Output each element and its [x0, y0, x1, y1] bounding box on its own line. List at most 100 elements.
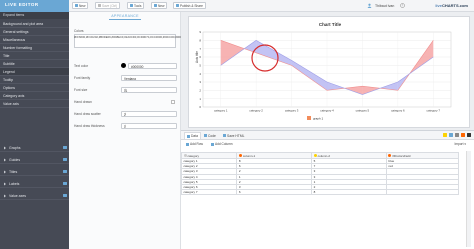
- sidebar-item-background-and-plot-area[interactable]: Background and plot area: [0, 20, 69, 28]
- hand-draw-thickness-stepper[interactable]: 1 ⇕: [121, 122, 177, 129]
- font-family-field[interactable]: Verdana: [121, 74, 177, 81]
- sidebar-item-value-axis[interactable]: Value axis: [0, 100, 69, 108]
- column-color-icon[interactable]: [238, 154, 242, 158]
- data-table[interactable]: category column-1 column-2 fillColorsField …: [180, 152, 460, 196]
- sidebar-item-label: Guides: [9, 158, 21, 162]
- panel-title: APPEARANCE: [111, 14, 139, 18]
- chevron-right-icon[interactable]: [3, 194, 7, 198]
- add-row-button[interactable]: Add Row: [186, 142, 203, 146]
- table-row: category 768: [180, 189, 460, 196]
- table-cell[interactable]: 8: [311, 189, 387, 196]
- series-fill-segment[interactable]: [220, 40, 245, 66]
- user-name[interactable]: Thibaut Ivan: [375, 4, 394, 8]
- sidebar-item-guides[interactable]: Guides: [0, 156, 69, 164]
- chevron-right-icon[interactable]: [3, 158, 7, 162]
- font-family-label: Font family: [74, 76, 91, 80]
- tool-icon[interactable]: [449, 133, 453, 137]
- hand-draw-scatter-stepper[interactable]: 2 ⇕: [121, 110, 177, 117]
- table-cell[interactable]: 6: [236, 189, 313, 196]
- data-tabs: Data Code Save HTML: [181, 131, 474, 140]
- font-size-label: Font size: [74, 88, 88, 92]
- import-button[interactable]: Import ▾: [454, 142, 466, 146]
- legend-label[interactable]: graph 1: [313, 116, 324, 120]
- chart[interactable]: Chart Title Axis title 0123456789categor…: [189, 17, 471, 129]
- brand-logo[interactable]: liveCHARTS.com: [435, 3, 468, 8]
- grid-toolbar: Add Row Add Column Import ▾: [181, 141, 474, 149]
- chart-title[interactable]: Chart Title: [319, 22, 342, 27]
- stepper-arrows-icon[interactable]: ⇕: [124, 112, 175, 116]
- chevron-right-icon[interactable]: [3, 146, 7, 150]
- tool-icon[interactable]: [467, 133, 471, 137]
- chevron-right-icon[interactable]: [3, 170, 7, 174]
- add-column-button[interactable]: Add Column: [211, 142, 233, 146]
- tab-code[interactable]: Code: [202, 132, 218, 139]
- column-color-icon[interactable]: [183, 154, 187, 158]
- column-color-icon[interactable]: [388, 154, 392, 158]
- expand-items-toggle[interactable]: Expand items: [0, 12, 69, 19]
- sidebar-item-label: Options: [3, 86, 16, 90]
- panel-title-underline: [109, 19, 141, 20]
- sidebar-item-category-axis[interactable]: Category axis: [0, 92, 69, 100]
- text-color-swatch[interactable]: [121, 63, 126, 68]
- sidebar-item-labels[interactable]: Labels: [0, 180, 69, 188]
- sidebar-item-value-axes[interactable]: Value axes: [0, 192, 69, 200]
- folder-icon: [63, 170, 67, 173]
- app-logo: LIVE EDITOR: [5, 2, 39, 7]
- sidebar-item-label: Value axis: [3, 102, 19, 106]
- sidebar-item-titles[interactable]: Titles: [0, 168, 69, 176]
- publish-share-button[interactable]: Publish & Share: [173, 2, 206, 9]
- chevron-right-icon[interactable]: [3, 182, 7, 186]
- text-color-label: Text color: [74, 64, 89, 68]
- help-icon[interactable]: ?: [400, 3, 405, 8]
- sidebar-item-general-settings[interactable]: General settings: [0, 28, 69, 36]
- folder-icon: [63, 158, 67, 161]
- tools-button[interactable]: Tools: [127, 2, 145, 9]
- font-size-stepper[interactable]: 11 ⇕: [121, 86, 177, 93]
- sidebar-item-number-formatting[interactable]: Number formatting: [0, 44, 69, 52]
- series-fill-segment[interactable]: [256, 40, 292, 66]
- y-tick-label: 9: [199, 30, 201, 34]
- new-button[interactable]: New: [72, 2, 89, 9]
- column-color-icon[interactable]: [313, 154, 317, 158]
- chart-card[interactable]: Chart Title Axis title 0 1 2 3 4 5 6 7 8 9 categor…: [188, 16, 470, 128]
- sidebar-item-graphs[interactable]: Graphs: [0, 144, 69, 152]
- sidebar-item-label: Tooltip: [3, 78, 14, 82]
- hand-draw-thickness-label: Hand draw thickness: [74, 124, 105, 128]
- sidebar-item-options[interactable]: Options: [0, 84, 69, 92]
- text-color-field[interactable]: #000000: [128, 62, 177, 69]
- code-icon: [204, 134, 207, 137]
- x-tick-label: category 7: [427, 109, 441, 113]
- sidebar-item-legend[interactable]: Legend: [0, 68, 69, 76]
- user-icon[interactable]: [367, 3, 372, 8]
- save-icon: [98, 4, 101, 7]
- vertical-scrollbar[interactable]: [466, 151, 471, 247]
- tab-data[interactable]: Data: [184, 132, 201, 139]
- chart-preview-area: Chart Title Axis title 0 1 2 3 4 5 6 7 8 9 categor…: [181, 12, 474, 130]
- colors-value: #FF6600,#FCD202,#B0DE09,#0D8ECF,#2A0CD0,…: [74, 35, 237, 39]
- sidebar-item-subtitle[interactable]: Subtitle: [0, 60, 69, 68]
- sidebar: LIVE EDITOR Expand items Background and …: [0, 0, 69, 249]
- add-button[interactable]: New: [151, 2, 168, 9]
- sidebar-item-miscellaneous[interactable]: Miscellaneous: [0, 36, 69, 44]
- plus-icon: [211, 142, 214, 146]
- tool-icon[interactable]: [443, 133, 447, 137]
- sidebar-item-title[interactable]: Title: [0, 52, 69, 60]
- tool-icon[interactable]: [461, 133, 465, 137]
- save-button[interactable]: Save (Ctrl): [95, 2, 121, 9]
- hand-drawn-checkbox[interactable]: [171, 99, 175, 104]
- table-cell[interactable]: [385, 189, 460, 196]
- add-icon: [154, 4, 157, 7]
- x-tick-label: category 5: [356, 109, 370, 113]
- y-tick-label: 1: [199, 97, 201, 101]
- sidebar-item-label: General settings: [3, 30, 29, 34]
- sidebar-item-label: Legend: [3, 70, 15, 74]
- stepper-arrows-icon[interactable]: ⇕: [124, 88, 175, 92]
- table-cell[interactable]: category 7: [180, 189, 238, 196]
- series-fill-segment[interactable]: [291, 60, 327, 91]
- tool-icon[interactable]: [455, 133, 459, 137]
- legend-swatch[interactable]: [307, 116, 311, 120]
- x-tick-label: category 3: [285, 109, 299, 113]
- sidebar-item-tooltip[interactable]: Tooltip: [0, 76, 69, 84]
- stepper-arrows-icon[interactable]: ⇕: [124, 124, 175, 128]
- tab-save-html[interactable]: Save HTML: [221, 132, 246, 139]
